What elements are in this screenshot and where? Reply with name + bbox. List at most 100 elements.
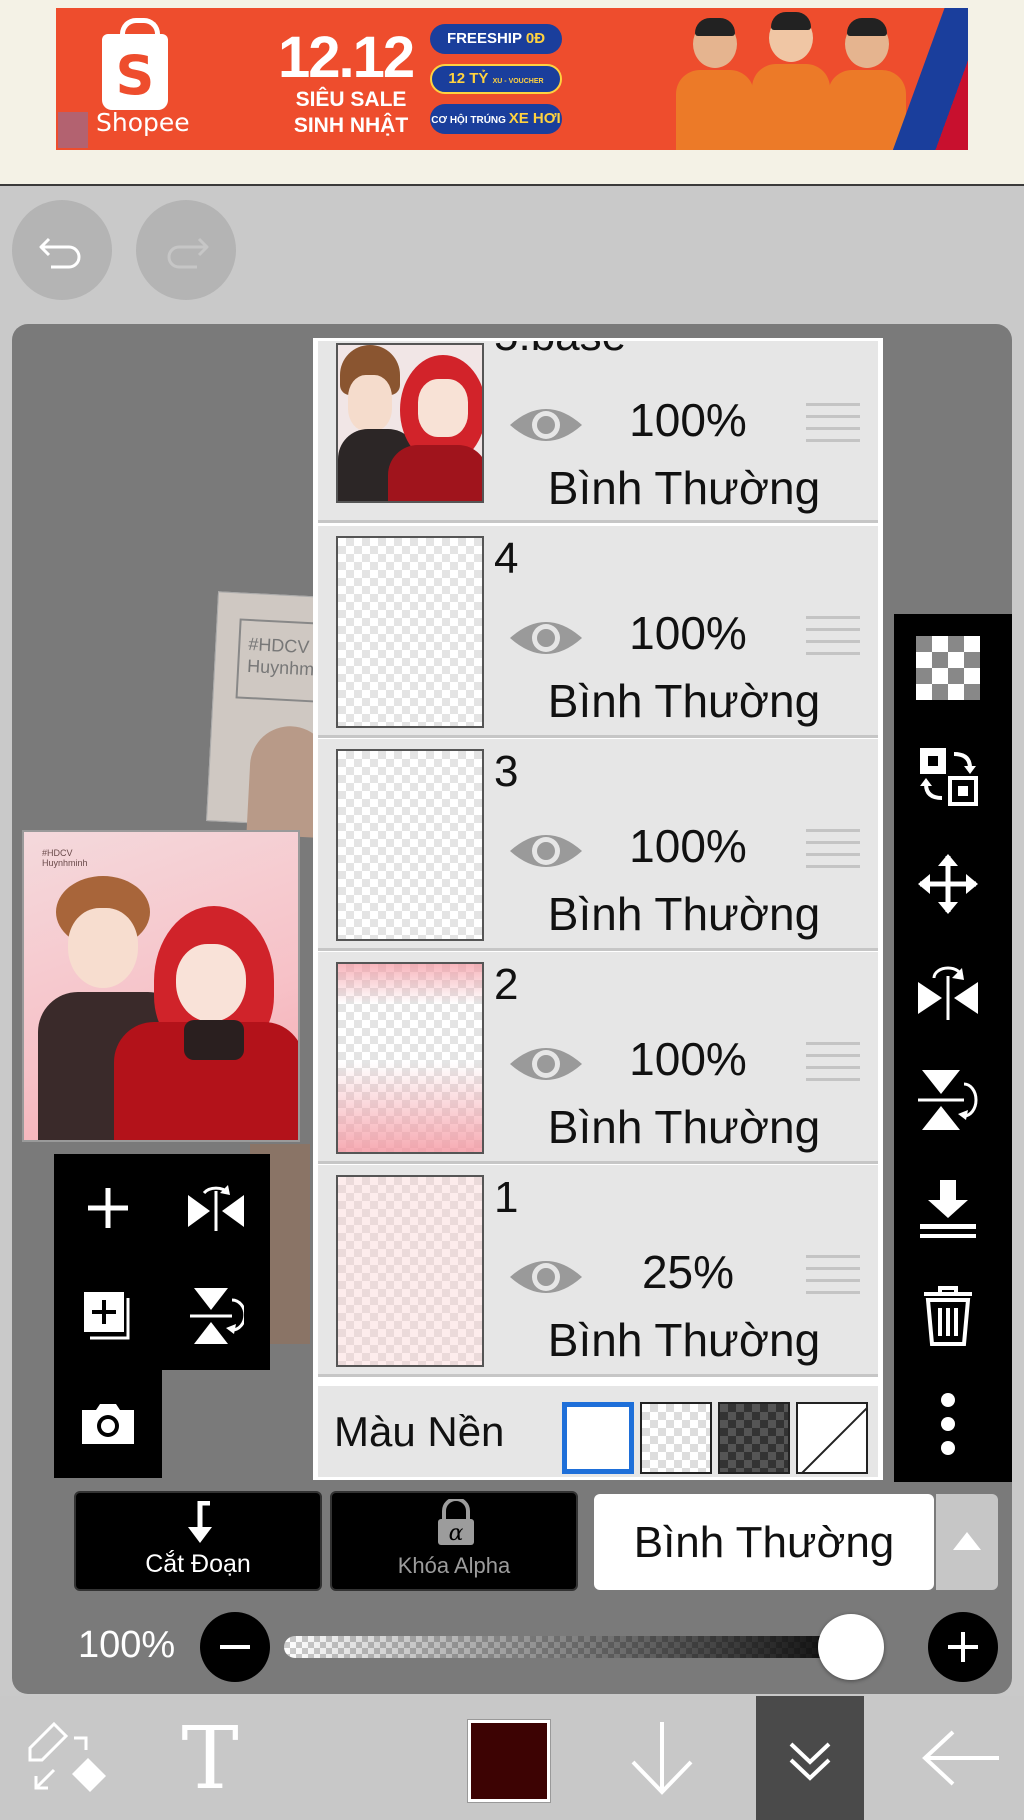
layer-blend-mode: Bình Thường — [547, 1101, 821, 1153]
drag-handle-icon[interactable] — [806, 1042, 860, 1082]
svg-text:T: T — [181, 1718, 238, 1798]
flip-vertical-button[interactable] — [162, 1262, 270, 1370]
flip-horizontal-icon — [188, 1185, 244, 1231]
move-button[interactable] — [894, 830, 1002, 938]
current-color-swatch[interactable] — [468, 1720, 550, 1802]
redo-icon — [167, 237, 209, 269]
layer-row[interactable]: 3 100% Bình Thường — [318, 739, 878, 951]
alpha-lock-button[interactable]: α Khóa Alpha — [330, 1491, 578, 1591]
text-tool-button[interactable]: T — [160, 1696, 260, 1820]
layer-blend-mode: Bình Thường — [547, 675, 821, 727]
flip-horizontal-icon — [918, 966, 978, 1020]
drag-handle-icon[interactable] — [806, 403, 860, 443]
layer-blend-mode: Bình Thường — [547, 888, 821, 940]
clipping-label: Cắt Đoạn — [145, 1550, 251, 1578]
bottom-toolbar: T — [0, 1696, 1024, 1820]
camera-button[interactable] — [54, 1370, 162, 1478]
preview-figure-girl — [114, 902, 298, 1140]
move-icon — [918, 854, 978, 914]
brush-eraser-icon — [28, 1721, 106, 1792]
shopee-bag-icon: S — [102, 18, 168, 110]
layer-name: 2 — [494, 960, 519, 1009]
ad-strip: S Shopee 12.12 SIÊU SALE SINH NHẬT FREES… — [0, 0, 1024, 186]
ad-pill-freeship: FREESHIP 0Đ — [430, 24, 562, 54]
visibility-eye-icon[interactable] — [508, 1255, 584, 1299]
more-vertical-icon — [941, 1393, 955, 1455]
layer-blend-mode: Bình Thường — [547, 462, 821, 514]
visibility-eye-icon[interactable] — [508, 403, 584, 447]
flip-horizontal-button[interactable] — [894, 938, 1002, 1046]
visibility-eye-icon[interactable] — [508, 1042, 584, 1086]
layer-thumbnail — [336, 536, 484, 728]
canvas-area[interactable]: #HDCV Huynhminh #HDCV Huynhminh 100% Bìn… — [12, 324, 1012, 1694]
svg-text:α: α — [449, 1521, 464, 1546]
background-transparent-swatch[interactable] — [640, 1402, 712, 1474]
background-none-swatch[interactable] — [796, 1402, 868, 1474]
canvas-preview[interactable]: #HDCV Huynhminh — [22, 830, 300, 1142]
copy-layer-button[interactable] — [54, 1262, 162, 1370]
layer-thumbnail — [336, 749, 484, 941]
layer-name: 5:base — [494, 341, 626, 361]
redo-button[interactable] — [136, 200, 236, 300]
ad-pill-voucher: 12 TỶ XU - VOUCHER — [430, 64, 562, 94]
layer-row[interactable]: 2 100% Bình Thường — [318, 952, 878, 1164]
arrow-down-icon — [631, 1722, 693, 1795]
background-color-label: Màu Nền — [334, 1408, 505, 1455]
layer-thumbnail — [336, 1175, 484, 1367]
layer-thumbnail — [336, 962, 484, 1154]
add-layer-button[interactable] — [54, 1154, 162, 1262]
plus-icon — [88, 1188, 128, 1228]
layer-row[interactable]: 5:base 100% Bình Thường — [318, 341, 878, 523]
lock-icon: α — [438, 1499, 474, 1546]
layer-opacity: 100% — [629, 820, 747, 872]
layer-opacity: 100% — [629, 607, 747, 659]
delete-layer-button[interactable] — [894, 1262, 1002, 1370]
flip-horizontal-button[interactable] — [162, 1154, 270, 1262]
ad-sale-line2: SINH NHẬT — [293, 114, 409, 137]
right-toolbar — [894, 614, 1012, 1482]
layer-blend-mode: Bình Thường — [547, 1314, 821, 1366]
opacity-slider-track[interactable] — [284, 1636, 874, 1658]
transparency-button[interactable] — [894, 614, 1002, 722]
layer-opacity: 100% — [629, 394, 747, 446]
clipping-button[interactable]: Cắt Đoạn — [74, 1491, 322, 1591]
layer-name: 1 — [494, 1173, 519, 1222]
blend-mode-value: Bình Thường — [633, 1518, 895, 1567]
ad-sale-number: 12.12 — [278, 25, 415, 90]
ad-play-icon — [58, 112, 88, 148]
swap-layer-button[interactable] — [894, 722, 1002, 830]
layer-down-button[interactable] — [612, 1696, 712, 1820]
merge-down-icon — [920, 1180, 976, 1238]
ad-brand: Shopee — [96, 108, 190, 137]
flip-vertical-icon — [918, 1070, 978, 1130]
ad-banner[interactable]: S Shopee 12.12 SIÊU SALE SINH NHẬT FREES… — [56, 8, 968, 150]
blend-mode-select[interactable]: Bình Thường — [594, 1494, 934, 1590]
undo-button[interactable] — [12, 200, 112, 300]
clipping-arrow-icon — [188, 1501, 212, 1543]
drag-handle-icon[interactable] — [806, 1255, 860, 1295]
merge-down-button[interactable] — [894, 1154, 1002, 1262]
opacity-decrease-button[interactable] — [200, 1612, 270, 1682]
more-options-button[interactable] — [894, 1370, 1002, 1478]
flip-vertical-button[interactable] — [894, 1046, 1002, 1154]
opacity-increase-button[interactable] — [928, 1612, 998, 1682]
canvas-artwork: #HDCV Huynhminh — [206, 591, 339, 839]
blend-mode-dropdown-arrow[interactable] — [936, 1494, 998, 1590]
text-tool-icon: T — [181, 1718, 238, 1798]
brush-eraser-toggle-button[interactable] — [14, 1696, 124, 1820]
layer-row[interactable]: 4 100% Bình Thường — [318, 526, 878, 738]
back-button[interactable] — [906, 1696, 1016, 1820]
undo-icon — [39, 237, 81, 269]
background-dark-checker-swatch[interactable] — [718, 1402, 790, 1474]
layers-toggle-button[interactable] — [756, 1696, 864, 1820]
opacity-slider-thumb[interactable] — [818, 1614, 884, 1680]
layers-panel[interactable]: 5:base 100% Bình Thường 4 100% Bình Thườ… — [313, 338, 883, 1480]
layer-name: 3 — [494, 747, 519, 796]
layer-opacity: 100% — [629, 1033, 747, 1085]
drag-handle-icon[interactable] — [806, 829, 860, 869]
background-white-swatch[interactable] — [562, 1402, 634, 1474]
visibility-eye-icon[interactable] — [508, 616, 584, 660]
layer-row[interactable]: 1 25% Bình Thường — [318, 1165, 878, 1377]
drag-handle-icon[interactable] — [806, 616, 860, 656]
visibility-eye-icon[interactable] — [508, 829, 584, 873]
